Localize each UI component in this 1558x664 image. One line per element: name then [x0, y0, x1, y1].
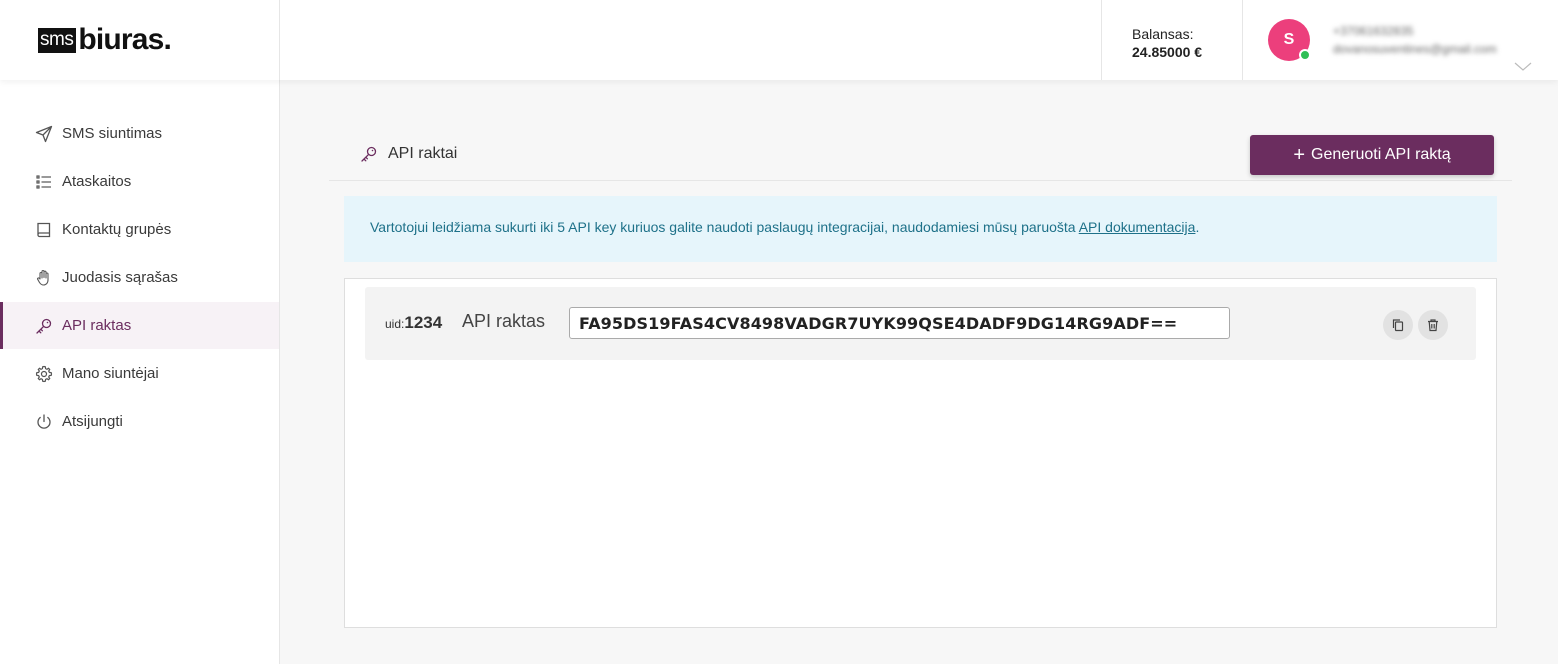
- generate-api-key-button[interactable]: + Generuoti API raktą: [1250, 135, 1494, 175]
- avatar-letter: S: [1283, 31, 1295, 48]
- sidebar-item-juodasis-sarasas[interactable]: Juodasis sąrašas: [0, 254, 279, 301]
- header-spacer: [280, 0, 1101, 80]
- delete-key-button[interactable]: [1418, 310, 1448, 340]
- api-key-row: uid: 1234 API raktas: [365, 287, 1476, 360]
- main-content: API raktai + Generuoti API raktą Vartoto…: [280, 80, 1558, 664]
- brand-logo[interactable]: sms biuras.: [38, 23, 172, 56]
- user-email: dovanosuventines@gmail.com: [1333, 42, 1497, 56]
- list-icon: [35, 173, 53, 191]
- sidebar-item-kontaktu-grupes[interactable]: Kontaktų grupės: [0, 206, 279, 253]
- uid-label: uid:: [385, 317, 405, 331]
- uid-value: 1234: [404, 313, 443, 332]
- api-key-label: API raktas: [462, 311, 546, 331]
- sidebar: SMS siuntimas Ataskaitos Kontaktų grupės…: [0, 80, 280, 664]
- chevron-down-icon[interactable]: [1514, 62, 1532, 72]
- info-suffix: .: [1195, 219, 1200, 235]
- sidebar-item-label: Kontaktų grupės: [62, 221, 172, 238]
- top-header: sms biuras. Balansas: 24.85000 € S +3706…: [0, 0, 1558, 80]
- page-title-text: API raktai: [388, 145, 458, 162]
- balance-area: Balansas: 24.85000 €: [1101, 0, 1243, 80]
- user-menu[interactable]: S +37061632835 dovanosuventines@gmail.co…: [1243, 0, 1558, 80]
- api-docs-link[interactable]: API dokumentacija: [1079, 219, 1196, 235]
- key-icon: [361, 146, 377, 162]
- sidebar-item-api-raktas[interactable]: API raktas: [0, 302, 279, 349]
- info-text: Vartotojui leidžiama sukurti iki 5 API k…: [370, 219, 1079, 235]
- copy-key-button[interactable]: [1383, 310, 1413, 340]
- trash-icon: [1428, 319, 1438, 332]
- sidebar-item-label: API raktas: [62, 317, 132, 334]
- page-title: API raktai: [360, 145, 457, 163]
- sidebar-item-label: Ataskaitos: [62, 173, 132, 190]
- sidebar-item-label: Atsijungti: [62, 413, 123, 430]
- page-header: API raktai + Generuoti API raktą: [329, 135, 1512, 181]
- book-icon: [35, 221, 53, 239]
- sidebar-item-label: SMS siuntimas: [62, 125, 163, 142]
- power-icon: [35, 413, 53, 431]
- sidebar-item-mano-siuntejai[interactable]: Mano siuntėjai: [0, 350, 279, 397]
- logo-area: sms biuras.: [0, 0, 280, 80]
- key-icon: [35, 317, 53, 335]
- hand-icon: [35, 269, 53, 287]
- balance-value: 24.85000 €: [1132, 44, 1203, 60]
- online-status-dot: [1299, 49, 1311, 61]
- sidebar-item-label: Juodasis sąrašas: [62, 269, 178, 286]
- copy-icon: [1392, 319, 1404, 332]
- sidebar-item-label: Mano siuntėjai: [62, 365, 159, 382]
- api-keys-panel: uid: 1234 API raktas: [344, 278, 1497, 628]
- logo-biuras: biuras.: [78, 23, 172, 56]
- send-icon: [35, 125, 53, 143]
- gear-icon: [35, 365, 53, 383]
- api-key-field[interactable]: [569, 307, 1230, 339]
- info-alert: Vartotojui leidžiama sukurti iki 5 API k…: [344, 196, 1497, 262]
- plus-icon: +: [1293, 144, 1306, 166]
- avatar[interactable]: S: [1268, 19, 1311, 61]
- sidebar-item-ataskaitos[interactable]: Ataskaitos: [0, 158, 279, 205]
- logo-sms: sms: [38, 28, 77, 53]
- sidebar-item-atsijungti[interactable]: Atsijungti: [0, 398, 279, 445]
- generate-button-label: Generuoti API raktą: [1311, 146, 1451, 163]
- user-phone: +37061632835: [1333, 24, 1414, 38]
- balance-label: Balansas:: [1132, 26, 1194, 42]
- uid: uid: 1234: [385, 313, 442, 333]
- sidebar-item-sms-siuntimas[interactable]: SMS siuntimas: [0, 110, 279, 157]
